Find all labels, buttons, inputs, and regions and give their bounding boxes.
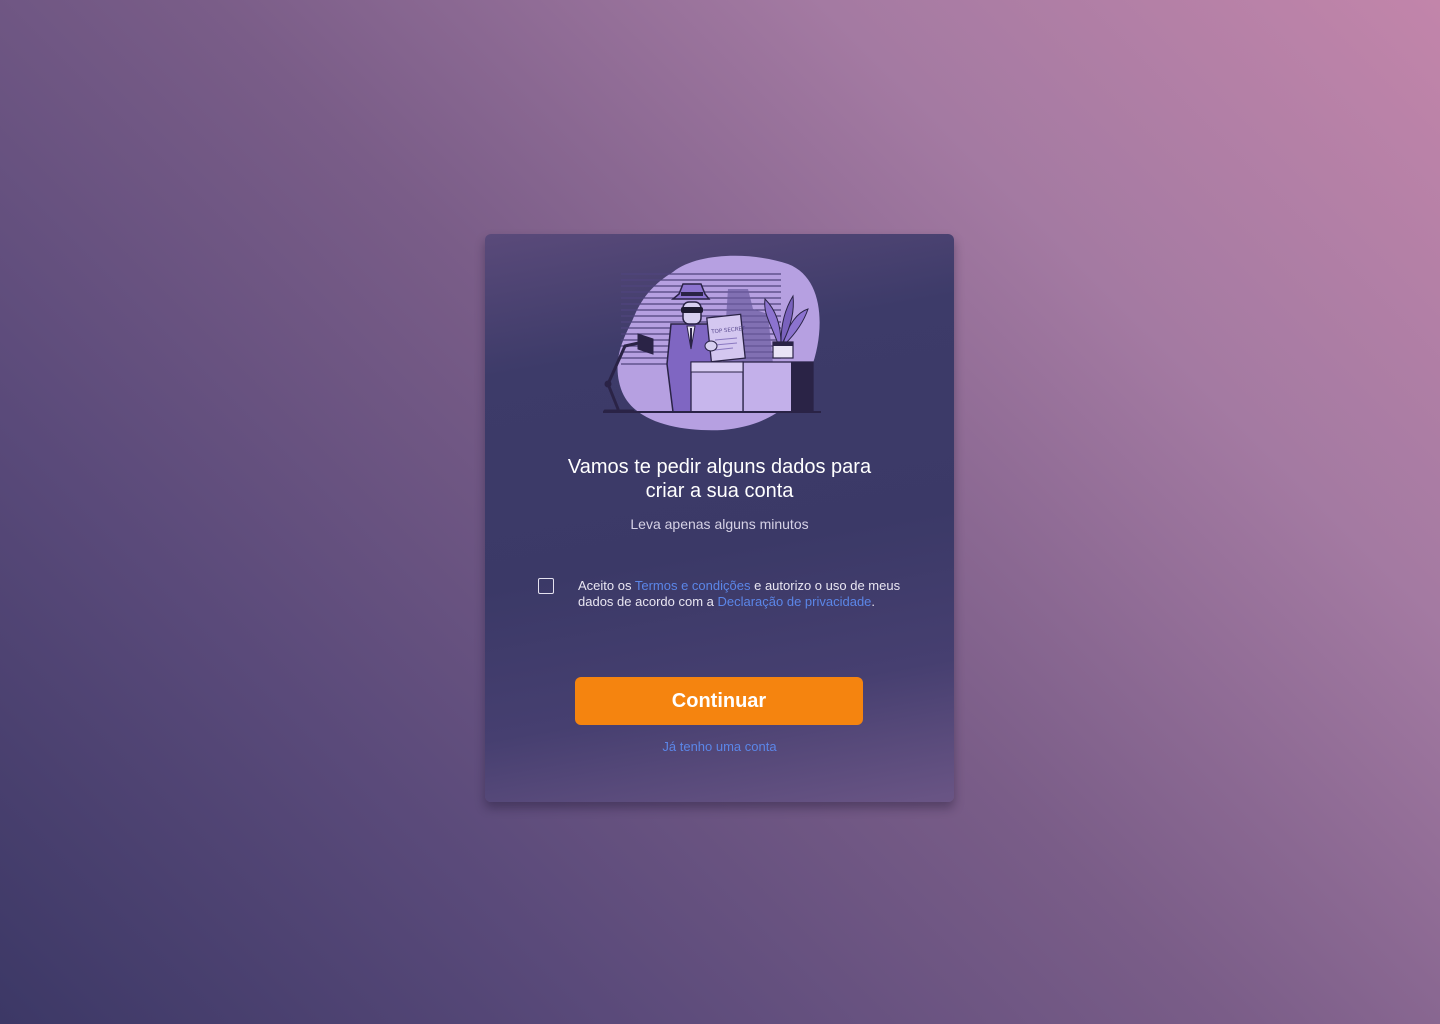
terms-link[interactable]: Termos e condições bbox=[635, 578, 751, 593]
page-subtitle: Leva apenas alguns minutos bbox=[630, 516, 809, 532]
page-title: Vamos te pedir alguns dados para criar a… bbox=[567, 456, 872, 502]
terms-prefix: Aceito os bbox=[578, 578, 635, 593]
secret-agent-illustration: TOP SECRET bbox=[603, 255, 821, 431]
continue-button[interactable]: Continuar bbox=[575, 677, 863, 725]
login-link[interactable]: Já tenho uma conta bbox=[485, 739, 954, 755]
terms-suffix: . bbox=[871, 594, 876, 609]
privacy-link[interactable]: Declaração de privacidade bbox=[717, 594, 871, 609]
top-secret-paper: TOP SECRET bbox=[706, 313, 746, 363]
signup-card: TOP SECRET Vamos te pedir alguns dados p… bbox=[485, 234, 954, 802]
terms-text: Aceito os Termos e condições e autorizo … bbox=[578, 578, 908, 610]
terms-checkbox[interactable] bbox=[538, 578, 554, 594]
